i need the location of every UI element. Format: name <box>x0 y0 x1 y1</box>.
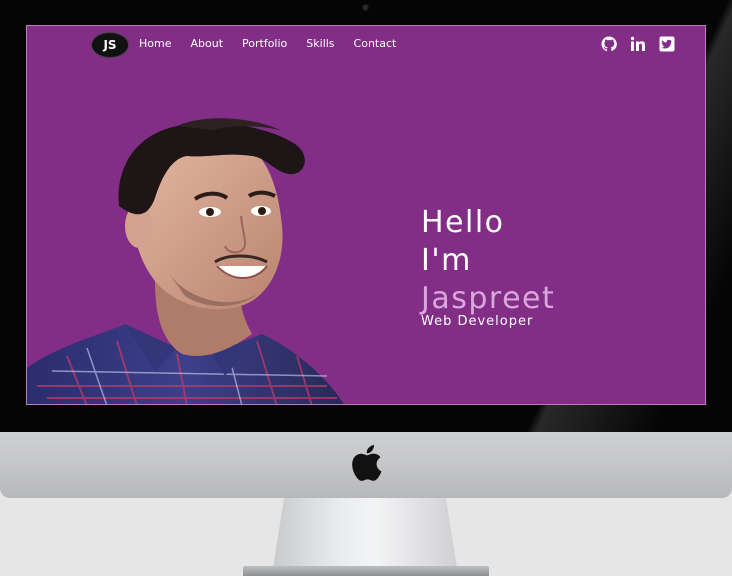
linkedin-icon[interactable] <box>630 36 646 52</box>
nav-contact[interactable]: Contact <box>354 37 397 50</box>
nav-skills[interactable]: Skills <box>306 37 334 50</box>
twitter-icon[interactable] <box>659 36 675 52</box>
social-links <box>601 36 688 52</box>
hero-im: I'm <box>421 243 472 278</box>
nav-portfolio[interactable]: Portfolio <box>242 37 287 50</box>
monitor-stand <box>273 498 457 568</box>
nav-about[interactable]: About <box>190 37 223 50</box>
profile-photo <box>27 118 344 404</box>
hero-intro: Hello I'm Jaspreet Web Developer <box>421 204 555 329</box>
hero-name: Jaspreet <box>421 281 556 316</box>
stand-base <box>243 566 489 576</box>
hero-greeting: Hello <box>421 205 505 240</box>
monitor-screen: JS Home About Portfolio Skills Contact H… <box>26 25 706 405</box>
site-logo[interactable]: JS <box>91 32 129 58</box>
nav-links: Home About Portfolio Skills Contact <box>139 37 415 50</box>
apple-logo-icon <box>352 445 382 481</box>
navbar: JS Home About Portfolio Skills Contact <box>27 26 705 64</box>
monitor-chin <box>0 432 732 498</box>
nav-home[interactable]: Home <box>139 37 171 50</box>
webcam <box>363 5 368 10</box>
github-icon[interactable] <box>601 36 617 52</box>
